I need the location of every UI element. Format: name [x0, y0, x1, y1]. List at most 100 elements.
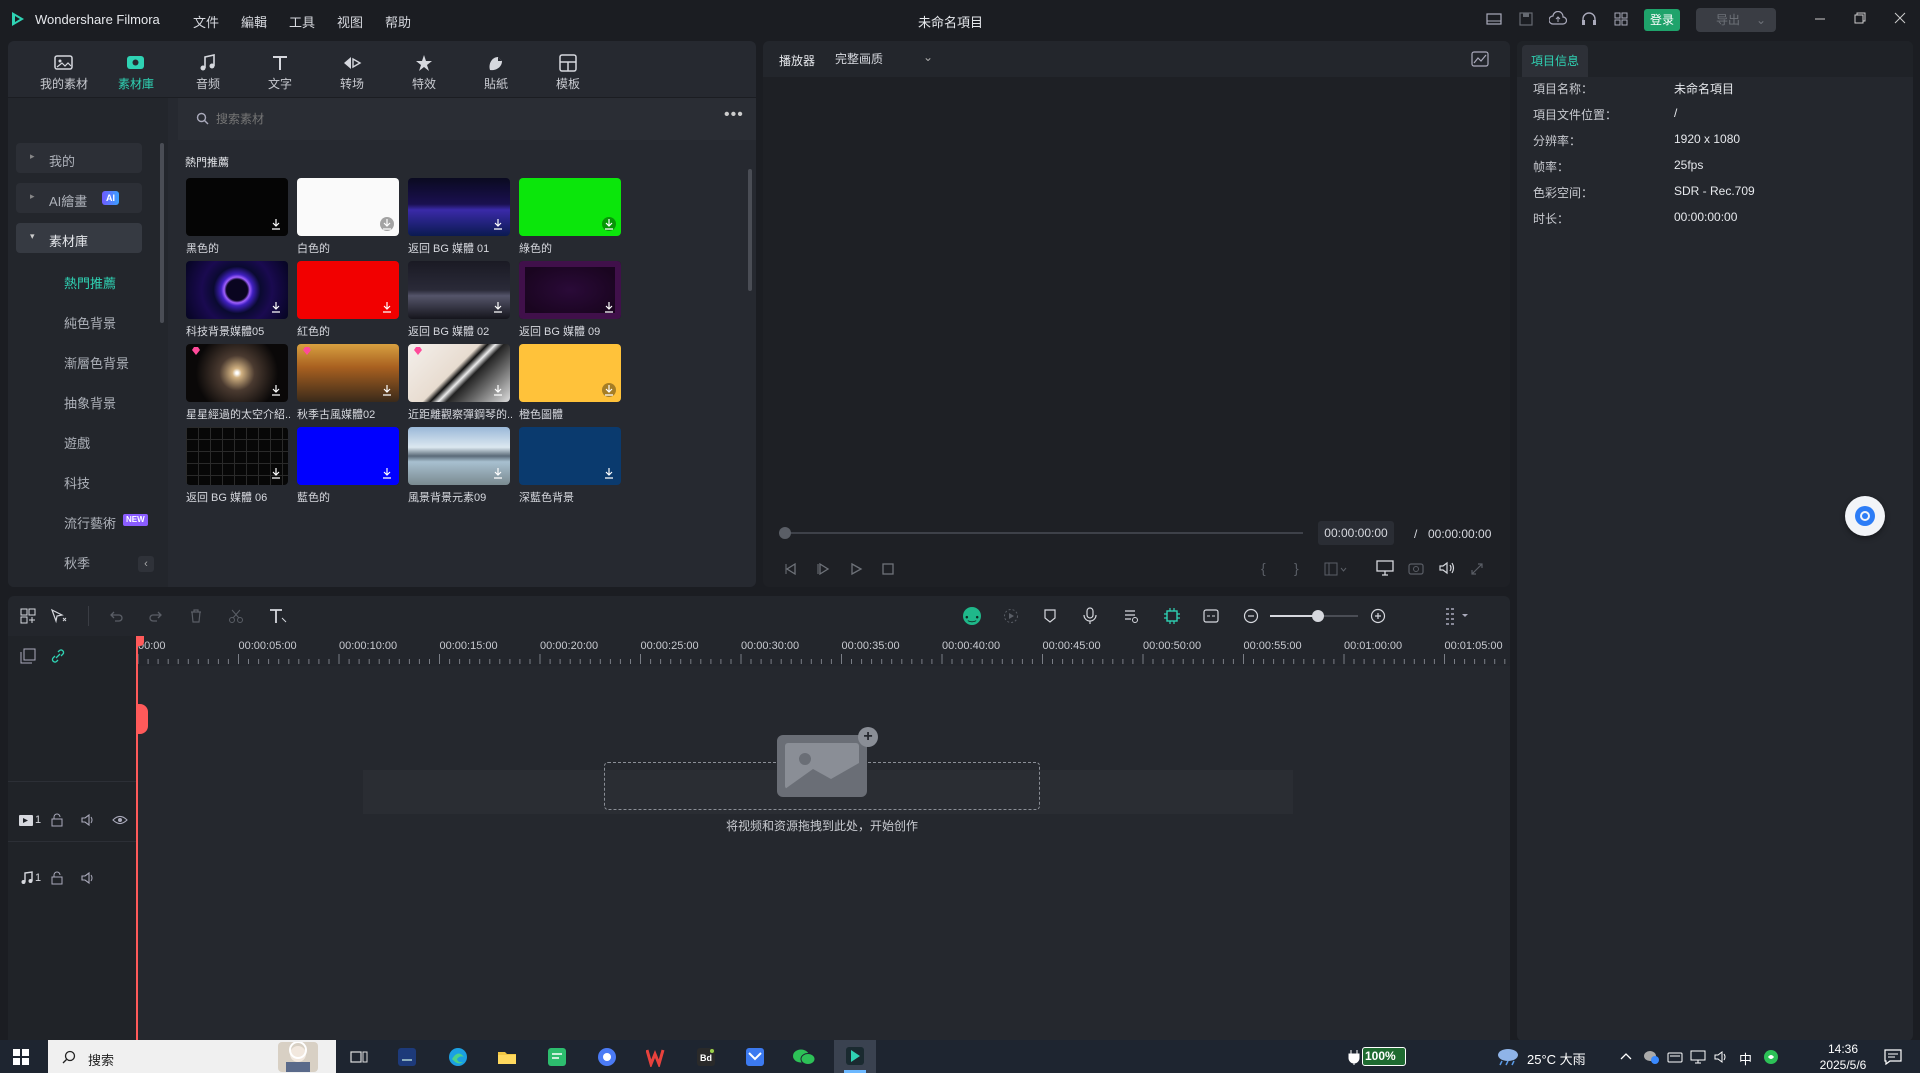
edge-browser-icon[interactable]	[448, 1047, 468, 1067]
tab-stickers[interactable]: 貼紙	[460, 41, 532, 97]
media-card[interactable]: 綠色的	[519, 178, 623, 256]
file-explorer-icon[interactable]	[497, 1048, 517, 1066]
app-icon-1[interactable]	[398, 1048, 416, 1066]
login-button[interactable]: 登录	[1644, 9, 1680, 31]
media-card[interactable]: 紅色的	[297, 261, 401, 339]
add-track-icon[interactable]	[20, 648, 36, 664]
scissors-cut-icon[interactable]	[228, 608, 244, 624]
media-card[interactable]: 橙色圖體	[519, 344, 623, 422]
sidebar-section-ai-painting[interactable]: ▸ AI繪畫 AI	[16, 183, 142, 213]
playhead-top[interactable]	[136, 636, 144, 646]
download-icon[interactable]	[380, 383, 394, 397]
sidebar-section-stock-library[interactable]: ▾ 素材庫	[16, 223, 142, 253]
playhead[interactable]	[136, 636, 138, 1041]
lock-track-icon[interactable]	[50, 871, 64, 885]
media-thumbnail[interactable]	[186, 427, 288, 485]
clock-date[interactable]: 2025/5/6	[1813, 1058, 1873, 1072]
lock-track-icon[interactable]	[50, 813, 64, 827]
sidebar-item-hot[interactable]: 熱門推薦	[64, 273, 116, 292]
media-card[interactable]: 藍色的	[297, 427, 401, 505]
sidebar-item-gradient-bg[interactable]: 漸層色背景	[64, 353, 129, 372]
download-icon[interactable]	[269, 217, 283, 231]
minimize-icon[interactable]	[1813, 11, 1827, 25]
wps-office-icon[interactable]	[646, 1047, 668, 1067]
media-thumbnail[interactable]	[297, 427, 399, 485]
sidebar-item-games[interactable]: 遊戲	[64, 433, 90, 452]
fullscreen-icon[interactable]	[1470, 562, 1484, 576]
layout-icon[interactable]	[1486, 12, 1502, 26]
snapshot-layout-icon[interactable]	[1324, 562, 1348, 576]
mark-in-icon[interactable]: {	[1261, 560, 1266, 576]
menu-edit[interactable]: 編輯	[241, 12, 267, 31]
feishu-app-icon[interactable]	[745, 1047, 765, 1067]
mute-track-icon[interactable]	[80, 871, 96, 885]
text-tool-icon[interactable]	[268, 607, 288, 625]
assistant-button[interactable]	[1845, 496, 1885, 536]
sidebar-section-mine[interactable]: ▸ 我的	[16, 143, 142, 173]
media-card[interactable]: 秋季古風媒體02	[297, 344, 401, 422]
tab-audio[interactable]: 音频	[172, 41, 244, 97]
media-card[interactable]: 返回 BG 媒體 09	[519, 261, 623, 339]
ai-auto-icon[interactable]	[1163, 607, 1181, 625]
mark-out-icon[interactable]: }	[1294, 560, 1299, 576]
quality-select[interactable]: 完整画质 ⌄	[829, 48, 939, 70]
task-view-icon[interactable]	[350, 1049, 368, 1065]
media-card[interactable]: 白色的	[297, 178, 401, 256]
network-icon[interactable]	[1690, 1050, 1706, 1064]
marker-shield-icon[interactable]	[1043, 608, 1057, 624]
track-settings-icon[interactable]	[1444, 606, 1472, 626]
battery-indicator[interactable]: 100%	[1362, 1047, 1406, 1066]
sidebar-scrollbar[interactable]	[160, 143, 164, 323]
browser-app-icon[interactable]	[597, 1047, 617, 1067]
tray-wechat-icon[interactable]	[1643, 1049, 1659, 1065]
download-icon[interactable]	[491, 466, 505, 480]
chat-app-icon[interactable]	[547, 1047, 567, 1067]
speaker-icon[interactable]	[1713, 1050, 1729, 1064]
tab-my-media[interactable]: 我的素材	[28, 41, 100, 97]
media-card[interactable]: 返回 BG 媒體 02	[408, 261, 512, 339]
download-icon[interactable]	[602, 383, 616, 397]
tray-green-icon[interactable]	[1763, 1049, 1779, 1065]
download-icon[interactable]	[602, 217, 616, 231]
media-card[interactable]: 風景背景元素09	[408, 427, 512, 505]
undo-icon[interactable]	[108, 608, 124, 624]
download-icon[interactable]	[269, 383, 283, 397]
collapse-sidebar-button[interactable]: ‹	[138, 556, 154, 572]
sidebar-item-pop-art[interactable]: 流行藝術	[64, 513, 116, 532]
volume-icon[interactable]	[1438, 561, 1456, 575]
display-monitor-icon[interactable]	[1376, 560, 1394, 576]
delete-trash-icon[interactable]	[188, 608, 204, 624]
chevron-up-icon[interactable]	[1619, 1050, 1633, 1062]
track-area[interactable]: + 将视频和资源拖拽到此处，开始创作	[136, 666, 1510, 1041]
wechat-icon[interactable]	[792, 1047, 816, 1067]
zoom-slider-handle[interactable]	[1312, 610, 1325, 622]
media-thumbnail[interactable]	[297, 344, 399, 402]
tab-templates[interactable]: 模板	[532, 41, 604, 97]
caption-box-icon[interactable]	[1203, 608, 1219, 624]
ai-render-icon[interactable]: •‿•	[962, 606, 982, 626]
preview-viewport[interactable]	[763, 77, 1510, 505]
bd-app-icon[interactable]: Bd	[696, 1047, 716, 1067]
eye-visibility-icon[interactable]	[112, 814, 128, 826]
download-icon[interactable]	[491, 300, 505, 314]
timeline-ruler[interactable]: 00:00 00:00:05:00 00:00:10:00 00:00:15:00 00…	[136, 636, 1510, 666]
sidebar-item-solid-bg[interactable]: 純色背景	[64, 313, 116, 332]
download-icon[interactable]	[491, 217, 505, 231]
ime-indicator[interactable]: 中	[1739, 1049, 1752, 1068]
media-thumbnail[interactable]	[408, 178, 510, 236]
media-card[interactable]: 近距離觀察彈鋼琴的...	[408, 344, 512, 422]
link-chain-icon[interactable]	[50, 648, 66, 664]
playback-scrubber[interactable]	[783, 532, 1303, 534]
media-card[interactable]: 返回 BG 媒體 01	[408, 178, 512, 256]
tab-effects[interactable]: 特效	[388, 41, 460, 97]
menu-help[interactable]: 帮助	[385, 12, 411, 31]
menu-file[interactable]: 文件	[193, 12, 219, 31]
download-icon[interactable]	[491, 383, 505, 397]
download-icon[interactable]	[380, 300, 394, 314]
grid-scrollbar[interactable]	[748, 169, 752, 291]
tab-text[interactable]: 文字	[244, 41, 316, 97]
apps-grid-icon[interactable]	[1614, 12, 1628, 26]
download-icon[interactable]	[269, 466, 283, 480]
search-input[interactable]	[216, 108, 696, 130]
download-icon[interactable]	[602, 466, 616, 480]
